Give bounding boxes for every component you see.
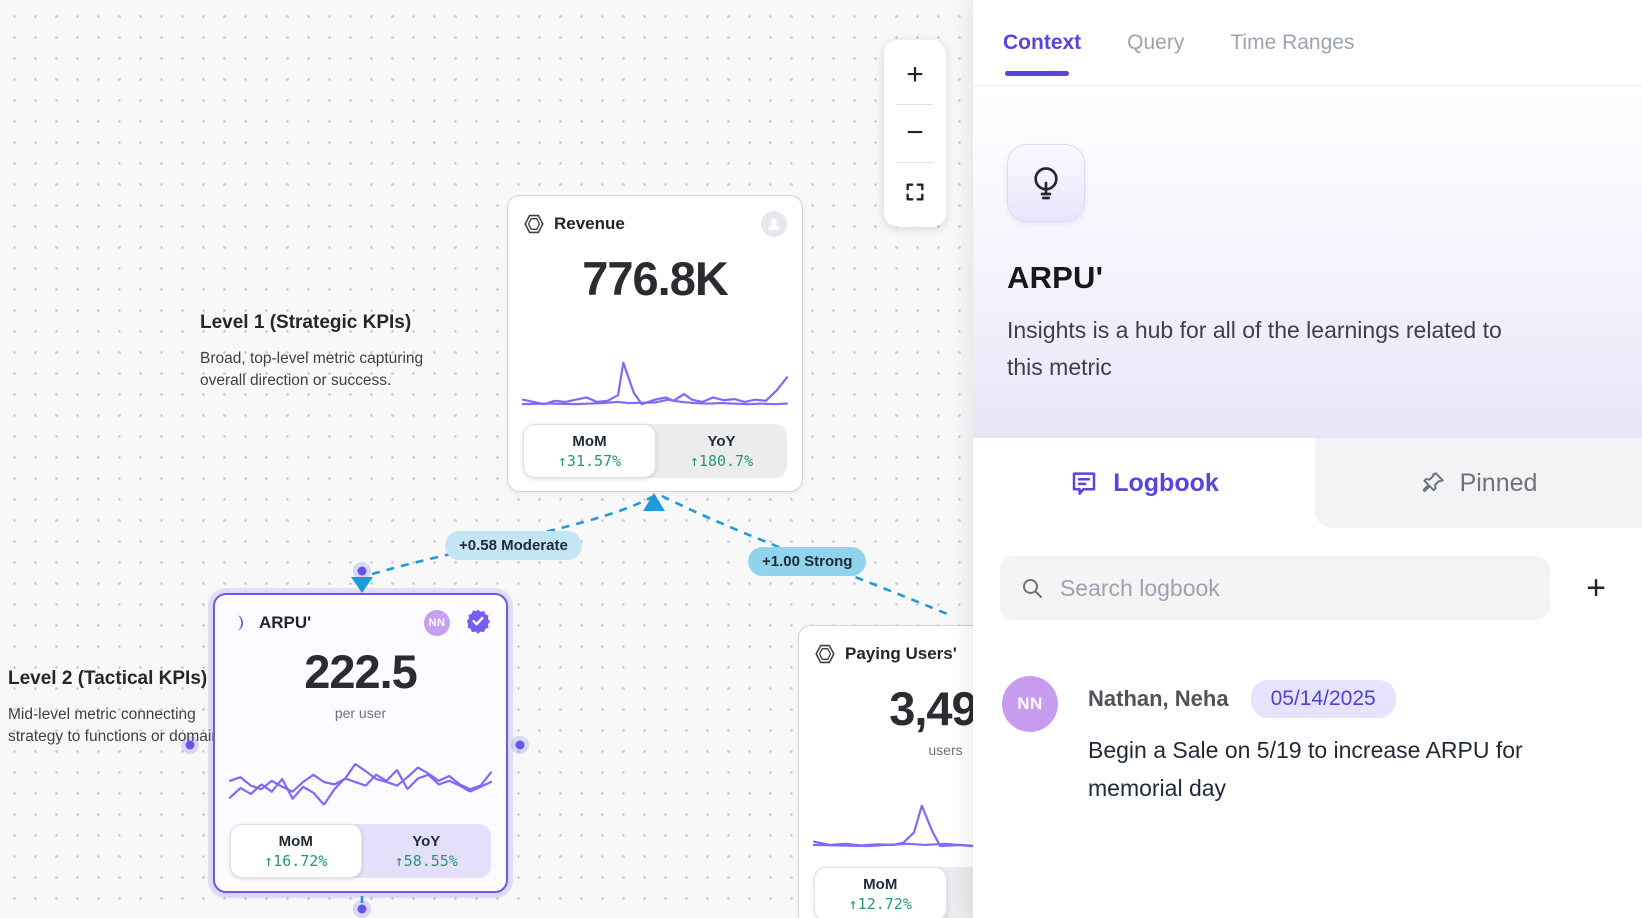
sparkline-arpu — [230, 752, 491, 812]
edge-label-strong[interactable]: +1.00 Strong — [748, 547, 866, 576]
divider — [896, 104, 934, 105]
connection-handle-arpu-top[interactable] — [353, 562, 371, 580]
yoy-stat[interactable]: YoY ↑180.7% — [656, 424, 787, 478]
divider — [896, 162, 934, 163]
metric-card-arpu[interactable]: ARPU' NN 222.5 per user MoM ↑16.72% — [213, 593, 508, 893]
entry-date-badge[interactable]: 05/14/2025 — [1251, 680, 1396, 718]
logbook-search-input[interactable] — [1060, 575, 1530, 602]
zoom-in-button[interactable]: + — [884, 49, 946, 101]
annotation-level1: Level 1 (Strategic KPIs) Broad, top-leve… — [200, 312, 423, 393]
logbook-entry[interactable]: NN Nathan, Neha 05/14/2025 Begin a Sale … — [973, 620, 1642, 808]
logbook-search[interactable] — [1000, 556, 1550, 620]
fit-screen-icon — [904, 181, 926, 203]
insights-tile — [1007, 144, 1085, 222]
mom-stat[interactable]: MoM ↑16.72% — [230, 824, 362, 878]
metric-unit: per user — [230, 705, 491, 721]
metric-value: 776.8K — [523, 251, 787, 306]
stat-footer: MoM ↑31.57% YoY ↑180.7% — [523, 424, 787, 478]
hexagon-metric-icon — [814, 643, 836, 665]
panel-tab-bar: Context Query Time Ranges — [973, 0, 1642, 86]
metric-card-title: Revenue — [554, 214, 625, 234]
tab-query[interactable]: Query — [1127, 0, 1184, 85]
metric-card-revenue[interactable]: Revenue 776.8K MoM ↑31.57% YoY ↑180.7% — [507, 195, 803, 492]
metric-description: Insights is a hub for all of the learnin… — [1007, 312, 1608, 386]
context-side-panel: Context Query Time Ranges ARPU' Insights… — [973, 0, 1642, 918]
tab-context[interactable]: Context — [1003, 0, 1081, 85]
pin-icon — [1420, 470, 1446, 496]
crescent-moon-icon — [230, 613, 250, 633]
avatar: NN — [1002, 676, 1058, 732]
entry-author: Nathan, Neha — [1088, 686, 1229, 712]
canvas-zoom-toolbar: + − — [884, 40, 946, 227]
annotation-level1-title: Level 1 (Strategic KPIs) — [200, 312, 423, 334]
verified-badge-icon — [465, 608, 491, 639]
fit-screen-button[interactable] — [884, 166, 946, 218]
annotation-level2-desc: Mid-level metric connecting — [8, 704, 232, 726]
metric-title: ARPU' — [1007, 260, 1608, 296]
connection-handle-arpu-right[interactable] — [511, 736, 529, 754]
add-log-entry-button[interactable]: + — [1574, 566, 1618, 610]
mom-stat[interactable]: MoM ↑12.72% — [814, 867, 947, 918]
metric-tree-canvas[interactable]: +0.58 Moderate +1.00 Strong Level 1 (Str… — [0, 0, 973, 918]
arrowhead-up-revenue — [643, 493, 665, 511]
metric-hero-section: ARPU' Insights is a hub for all of the l… — [973, 86, 1642, 438]
owner-avatar-icon[interactable] — [761, 211, 787, 237]
tab-pinned[interactable]: Pinned — [1315, 438, 1642, 528]
hexagon-metric-icon — [523, 213, 545, 235]
metric-value: 222.5 — [230, 644, 491, 699]
owner-initials-badge[interactable]: NN — [424, 610, 450, 636]
connection-handle-arpu-bottom[interactable] — [353, 900, 371, 918]
logbook-chat-icon — [1069, 468, 1099, 498]
logbook-search-row: + — [973, 528, 1642, 620]
zoom-out-button[interactable]: − — [884, 107, 946, 159]
lightbulb-icon — [1026, 163, 1066, 203]
search-icon — [1020, 575, 1044, 601]
tab-time-ranges[interactable]: Time Ranges — [1230, 0, 1354, 85]
sparkline-revenue — [523, 356, 787, 412]
entry-message: Begin a Sale on 5/19 to increase ARPU fo… — [1088, 732, 1523, 808]
annotation-level2: Level 2 (Tactical KPIs) Mid-level metric… — [8, 668, 232, 749]
mom-stat[interactable]: MoM ↑31.57% — [523, 424, 656, 478]
tab-logbook[interactable]: Logbook — [973, 438, 1315, 528]
stat-footer: MoM ↑16.72% YoY ↑58.55% — [230, 824, 491, 878]
metric-card-title: Paying Users' — [845, 644, 957, 664]
annotation-level1-desc: Broad, top-level metric capturing — [200, 348, 423, 370]
yoy-stat[interactable]: YoY ↑58.55% — [362, 824, 492, 878]
metric-card-title: ARPU' — [259, 613, 311, 633]
annotation-level2-title: Level 2 (Tactical KPIs) — [8, 668, 232, 690]
logbook-pinned-tabs: Logbook Pinned — [973, 438, 1642, 528]
edge-label-moderate[interactable]: +0.58 Moderate — [445, 531, 582, 560]
